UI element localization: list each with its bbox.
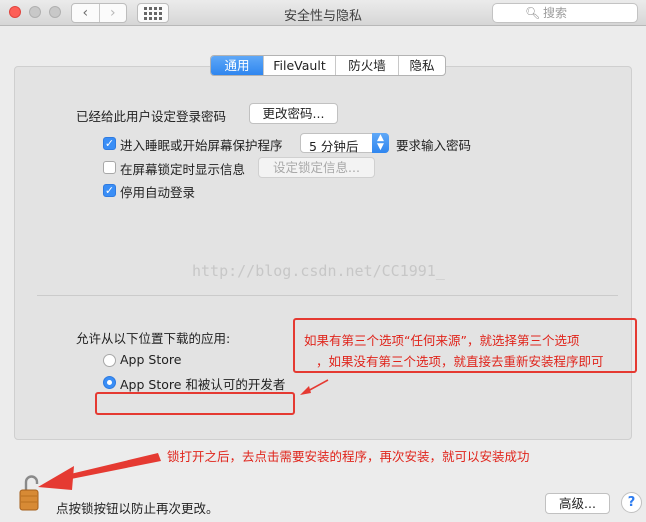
big-arrow-icon (38, 453, 161, 490)
tab-firewall[interactable]: 防火墙 (335, 56, 398, 75)
open-lock-icon (19, 475, 39, 511)
help-button[interactable]: ? (621, 492, 642, 513)
tab-bar: 通用 FileVault 防火墙 隐私 (210, 55, 446, 76)
small-arrow-icon (300, 379, 329, 395)
lock-instruction-text: 点按锁按钮以防止再次更改。 (56, 501, 219, 516)
tab-general[interactable]: 通用 (211, 56, 263, 75)
annotation-arrows (19, 379, 329, 511)
tab-privacy[interactable]: 隐私 (398, 56, 445, 75)
tab-filevault[interactable]: FileVault (263, 56, 335, 75)
advanced-button[interactable]: 高级... (545, 493, 610, 514)
